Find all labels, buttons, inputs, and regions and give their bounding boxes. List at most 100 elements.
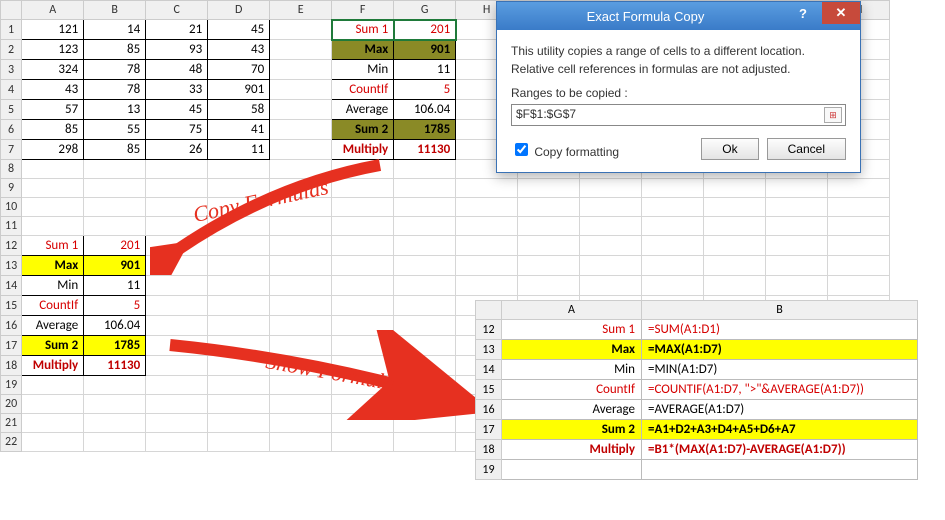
cell[interactable]: [270, 60, 332, 80]
corner-cell[interactable]: [476, 301, 502, 320]
cell[interactable]: CountIf: [332, 80, 394, 100]
row-7[interactable]: 7: [1, 140, 22, 160]
formulas-spreadsheet[interactable]: A B 12 Sum 1 =SUM(A1:D1) 13 Max =MAX(A1:…: [475, 300, 918, 480]
cell[interactable]: Max: [502, 340, 642, 360]
col-D[interactable]: D: [208, 1, 270, 20]
cell[interactable]: 33: [146, 80, 208, 100]
col-B[interactable]: B: [84, 1, 146, 20]
row-21[interactable]: 21: [1, 414, 22, 433]
cell[interactable]: 78: [84, 60, 146, 80]
corner-cell[interactable]: [1, 1, 22, 20]
dialog-titlebar[interactable]: Exact Formula Copy ? ✕: [497, 2, 860, 30]
checkbox-icon[interactable]: [515, 143, 528, 156]
cell[interactable]: Sum 2: [332, 120, 394, 140]
cell[interactable]: Max: [22, 256, 84, 276]
row-18[interactable]: 18: [1, 356, 22, 376]
cell[interactable]: Max: [332, 40, 394, 60]
row-13[interactable]: 13: [1, 256, 22, 276]
row-5[interactable]: 5: [1, 100, 22, 120]
cell[interactable]: 85: [84, 40, 146, 60]
cell[interactable]: 11130: [394, 140, 456, 160]
help-button[interactable]: ?: [784, 2, 822, 24]
cell[interactable]: CountIf: [22, 296, 84, 316]
cell[interactable]: =MAX(A1:D7): [642, 340, 918, 360]
cell[interactable]: 21: [146, 20, 208, 40]
cell[interactable]: 201: [394, 20, 456, 40]
row-17[interactable]: 17: [476, 420, 502, 440]
cell[interactable]: 5: [84, 296, 146, 316]
row-15[interactable]: 15: [1, 296, 22, 316]
cancel-button[interactable]: Cancel: [767, 138, 846, 160]
cell[interactable]: 5: [394, 80, 456, 100]
row-20[interactable]: 20: [1, 395, 22, 414]
cell[interactable]: Sum 2: [502, 420, 642, 440]
cell[interactable]: 13: [84, 100, 146, 120]
cell[interactable]: 1785: [394, 120, 456, 140]
cell[interactable]: Sum 1: [332, 20, 394, 40]
cell[interactable]: 11: [394, 60, 456, 80]
cell[interactable]: 14: [84, 20, 146, 40]
cell[interactable]: CountIf: [502, 380, 642, 400]
cell[interactable]: [502, 460, 642, 480]
cell[interactable]: [270, 100, 332, 120]
cell[interactable]: Average: [502, 400, 642, 420]
col-C[interactable]: C: [146, 1, 208, 20]
range-input[interactable]: $F$1:$G$7 ⊞: [511, 104, 846, 126]
row-10[interactable]: 10: [1, 198, 22, 217]
cell[interactable]: =B1*(MAX(A1:D7)-AVERAGE(A1:D7)): [642, 440, 918, 460]
cell[interactable]: Average: [22, 316, 84, 336]
cell[interactable]: 45: [146, 100, 208, 120]
row-3[interactable]: 3: [1, 60, 22, 80]
cell[interactable]: Multiply: [502, 440, 642, 460]
cell[interactable]: Multiply: [22, 356, 84, 376]
row-13[interactable]: 13: [476, 340, 502, 360]
cell[interactable]: =AVERAGE(A1:D7): [642, 400, 918, 420]
cell[interactable]: 11: [84, 276, 146, 296]
row-17[interactable]: 17: [1, 336, 22, 356]
cell[interactable]: 121: [22, 20, 84, 40]
ok-button[interactable]: Ok: [701, 138, 758, 160]
cell[interactable]: Min: [502, 360, 642, 380]
cell[interactable]: [270, 80, 332, 100]
cell[interactable]: Sum 1: [22, 236, 84, 256]
cell[interactable]: [270, 120, 332, 140]
cell[interactable]: 298: [22, 140, 84, 160]
cell[interactable]: =A1+D2+A3+D4+A5+D6+A7: [642, 420, 918, 440]
col-E[interactable]: E: [270, 1, 332, 20]
cell[interactable]: 201: [84, 236, 146, 256]
cell[interactable]: 85: [84, 140, 146, 160]
cell[interactable]: 11: [208, 140, 270, 160]
copy-formatting-checkbox[interactable]: Copy formatting: [511, 140, 693, 159]
cell[interactable]: =SUM(A1:D1): [642, 320, 918, 340]
cell[interactable]: 106.04: [394, 100, 456, 120]
cell[interactable]: 57: [22, 100, 84, 120]
cell[interactable]: 123: [22, 40, 84, 60]
cell[interactable]: 75: [146, 120, 208, 140]
row-16[interactable]: 16: [1, 316, 22, 336]
row-11[interactable]: 11: [1, 217, 22, 236]
row-2[interactable]: 2: [1, 40, 22, 60]
col-G[interactable]: G: [394, 1, 456, 20]
cell[interactable]: 43: [208, 40, 270, 60]
cell[interactable]: 45: [208, 20, 270, 40]
cell[interactable]: 11130: [84, 356, 146, 376]
row-14[interactable]: 14: [476, 360, 502, 380]
cell[interactable]: 41: [208, 120, 270, 140]
close-button[interactable]: ✕: [822, 2, 860, 24]
cell[interactable]: 901: [208, 80, 270, 100]
row-14[interactable]: 14: [1, 276, 22, 296]
row-9[interactable]: 9: [1, 179, 22, 198]
cell[interactable]: Average: [332, 100, 394, 120]
col-B[interactable]: B: [642, 301, 918, 320]
cell[interactable]: 26: [146, 140, 208, 160]
row-12[interactable]: 12: [1, 236, 22, 256]
cell[interactable]: 324: [22, 60, 84, 80]
row-8[interactable]: 8: [1, 160, 22, 179]
cell[interactable]: [642, 460, 918, 480]
cell[interactable]: Min: [22, 276, 84, 296]
cell[interactable]: Min: [332, 60, 394, 80]
cell[interactable]: Sum 2: [22, 336, 84, 356]
cell[interactable]: 43: [22, 80, 84, 100]
col-A[interactable]: A: [22, 1, 84, 20]
cell[interactable]: 901: [84, 256, 146, 276]
